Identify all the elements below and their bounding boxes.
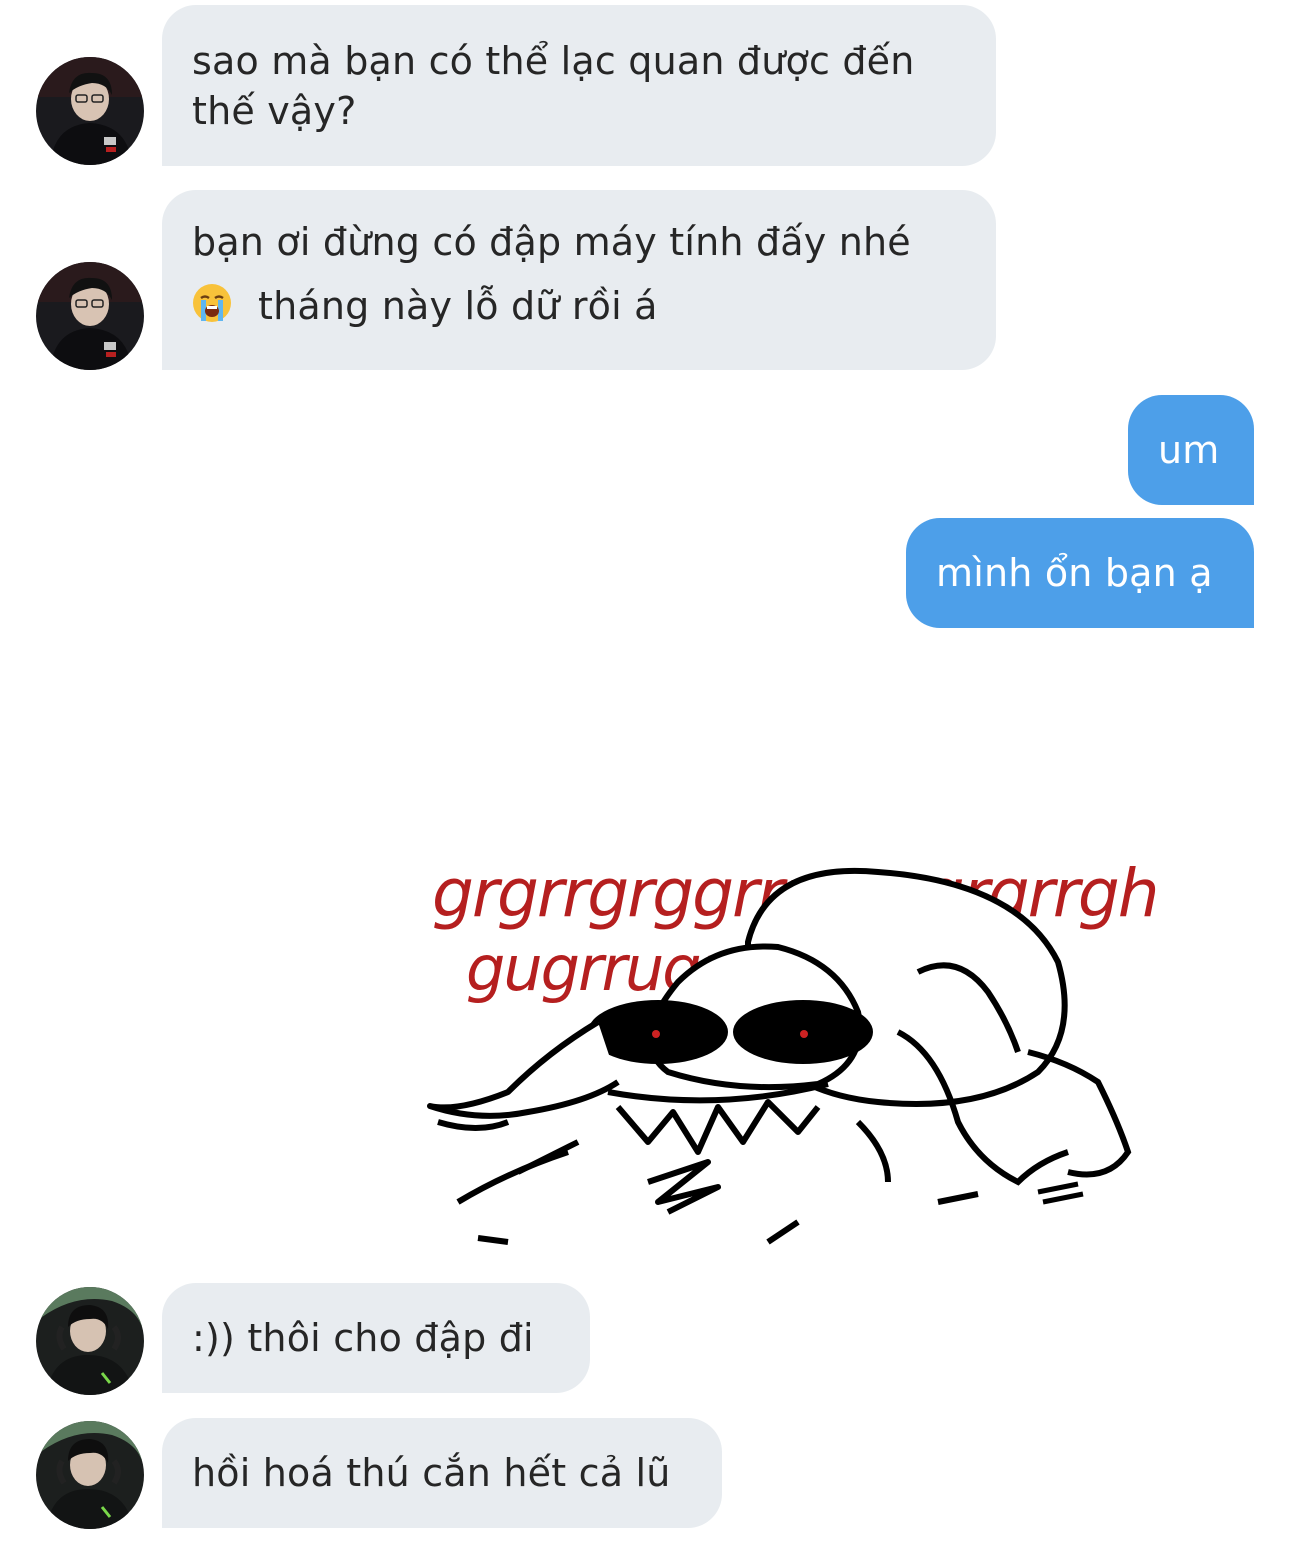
drawn-creature-sticker[interactable]: grgrrgrggrrrgrrrgrgrrgh gugrrugrr grrr: [418, 822, 1228, 1254]
sender-avatar[interactable]: [36, 262, 144, 370]
message-text: tháng này lỗ dữ rồi á: [258, 284, 658, 328]
received-message-bubble[interactable]: bạn ơi đừng có đập máy tính đấy nhé thán…: [162, 190, 996, 370]
message-text: hồi hoá thú cắn hết cả lũ: [192, 1451, 671, 1495]
message-line: tháng này lỗ dữ rồi á: [192, 281, 966, 335]
sent-message-bubble[interactable]: um: [1128, 395, 1254, 505]
sender-avatar[interactable]: [36, 57, 144, 165]
received-message-bubble[interactable]: :)) thôi cho đập đi: [162, 1283, 590, 1393]
sender-avatar[interactable]: [36, 1287, 144, 1395]
received-message-bubble[interactable]: hồi hoá thú cắn hết cả lũ: [162, 1418, 722, 1528]
message-text: sao mà bạn có thể lạc quan được đến: [192, 39, 915, 83]
sender-avatar[interactable]: [36, 1421, 144, 1529]
message-text: mình ổn bạn ạ: [936, 551, 1213, 595]
message-text: :)) thôi cho đập đi: [192, 1316, 534, 1360]
message-text: thế vậy?: [192, 89, 357, 133]
message-text: um: [1158, 428, 1220, 472]
sent-message-bubble[interactable]: mình ổn bạn ạ: [906, 518, 1254, 628]
received-message-bubble[interactable]: sao mà bạn có thể lạc quan được đến thế …: [162, 5, 996, 166]
message-text: bạn ơi đừng có đập máy tính đấy nhé: [192, 220, 911, 264]
loudly-crying-face-icon: [192, 283, 232, 335]
